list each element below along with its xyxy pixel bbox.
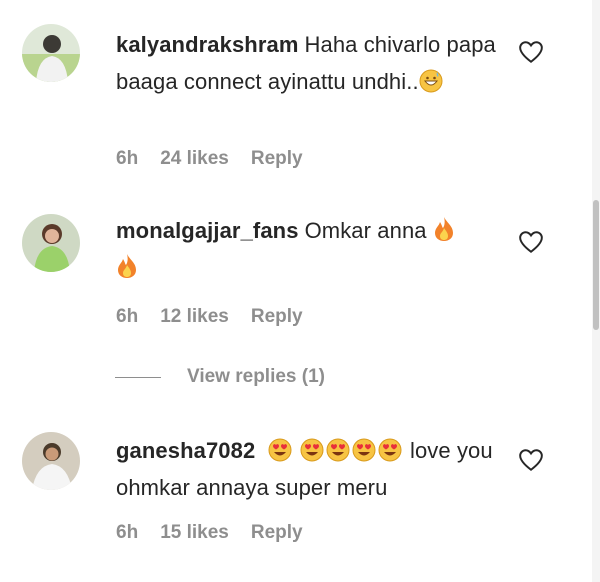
heart-eyes-emoji-icon — [378, 438, 402, 462]
avatar-image — [22, 24, 80, 82]
avatar[interactable] — [22, 214, 80, 272]
comment-meta: 6h 15 likes Reply — [116, 522, 325, 544]
comment-text: ganesha7082 love you ohmkar annaya super… — [116, 432, 496, 506]
grinning-sweat-emoji-icon — [419, 69, 443, 93]
heart-eyes-emoji-icon — [326, 438, 350, 462]
heart-eyes-emoji-icon — [300, 438, 324, 462]
heart-eyes-emoji-icon — [352, 438, 376, 462]
scrollbar[interactable] — [592, 0, 600, 582]
username[interactable]: ganesha7082 — [116, 438, 255, 463]
comment-body: Omkar anna — [304, 218, 427, 243]
like-heart-icon[interactable] — [518, 40, 544, 64]
comment-time: 6h — [116, 522, 139, 543]
avatar[interactable] — [22, 24, 80, 82]
avatar-image — [22, 432, 80, 490]
fire-emoji-icon — [118, 254, 136, 278]
comment-item: monalgajjar_fans Omkar anna 6h 12 likes Rep… — [0, 190, 590, 340]
comment-text: monalgajjar_fans Omkar anna — [116, 212, 496, 286]
comment-likes[interactable]: 12 likes — [160, 306, 229, 327]
like-heart-icon[interactable] — [518, 448, 544, 472]
view-replies-label: View replies (1) — [187, 366, 325, 387]
like-heart-icon[interactable] — [518, 230, 544, 254]
comment-meta: 6h 24 likes Reply — [116, 148, 325, 170]
comment-item: kalyandrakshram Haha chivarlo papa baaga … — [0, 0, 590, 190]
comment-meta: 6h 12 likes Reply — [116, 306, 325, 328]
comment-likes[interactable]: 15 likes — [160, 522, 229, 543]
comment-likes[interactable]: 24 likes — [160, 148, 229, 169]
avatar[interactable] — [22, 432, 80, 490]
reply-button[interactable]: Reply — [251, 522, 303, 543]
heart-eyes-emoji-icon — [268, 438, 292, 462]
scrollbar-thumb[interactable] — [593, 200, 599, 330]
comment-text: kalyandrakshram Haha chivarlo papa baaga … — [116, 26, 496, 100]
username[interactable]: kalyandrakshram — [116, 32, 299, 57]
username[interactable]: monalgajjar_fans — [116, 218, 299, 243]
comment-item: ganesha7082 love you ohmkar annaya super… — [0, 410, 590, 582]
fire-emoji-icon — [434, 217, 453, 241]
comment-time: 6h — [116, 148, 139, 169]
reply-button[interactable]: Reply — [251, 306, 303, 327]
view-replies-button[interactable]: View replies (1) — [115, 366, 325, 388]
avatar-image — [22, 214, 80, 272]
view-replies-divider — [115, 376, 161, 378]
comment-time: 6h — [116, 306, 139, 327]
reply-button[interactable]: Reply — [251, 148, 303, 169]
